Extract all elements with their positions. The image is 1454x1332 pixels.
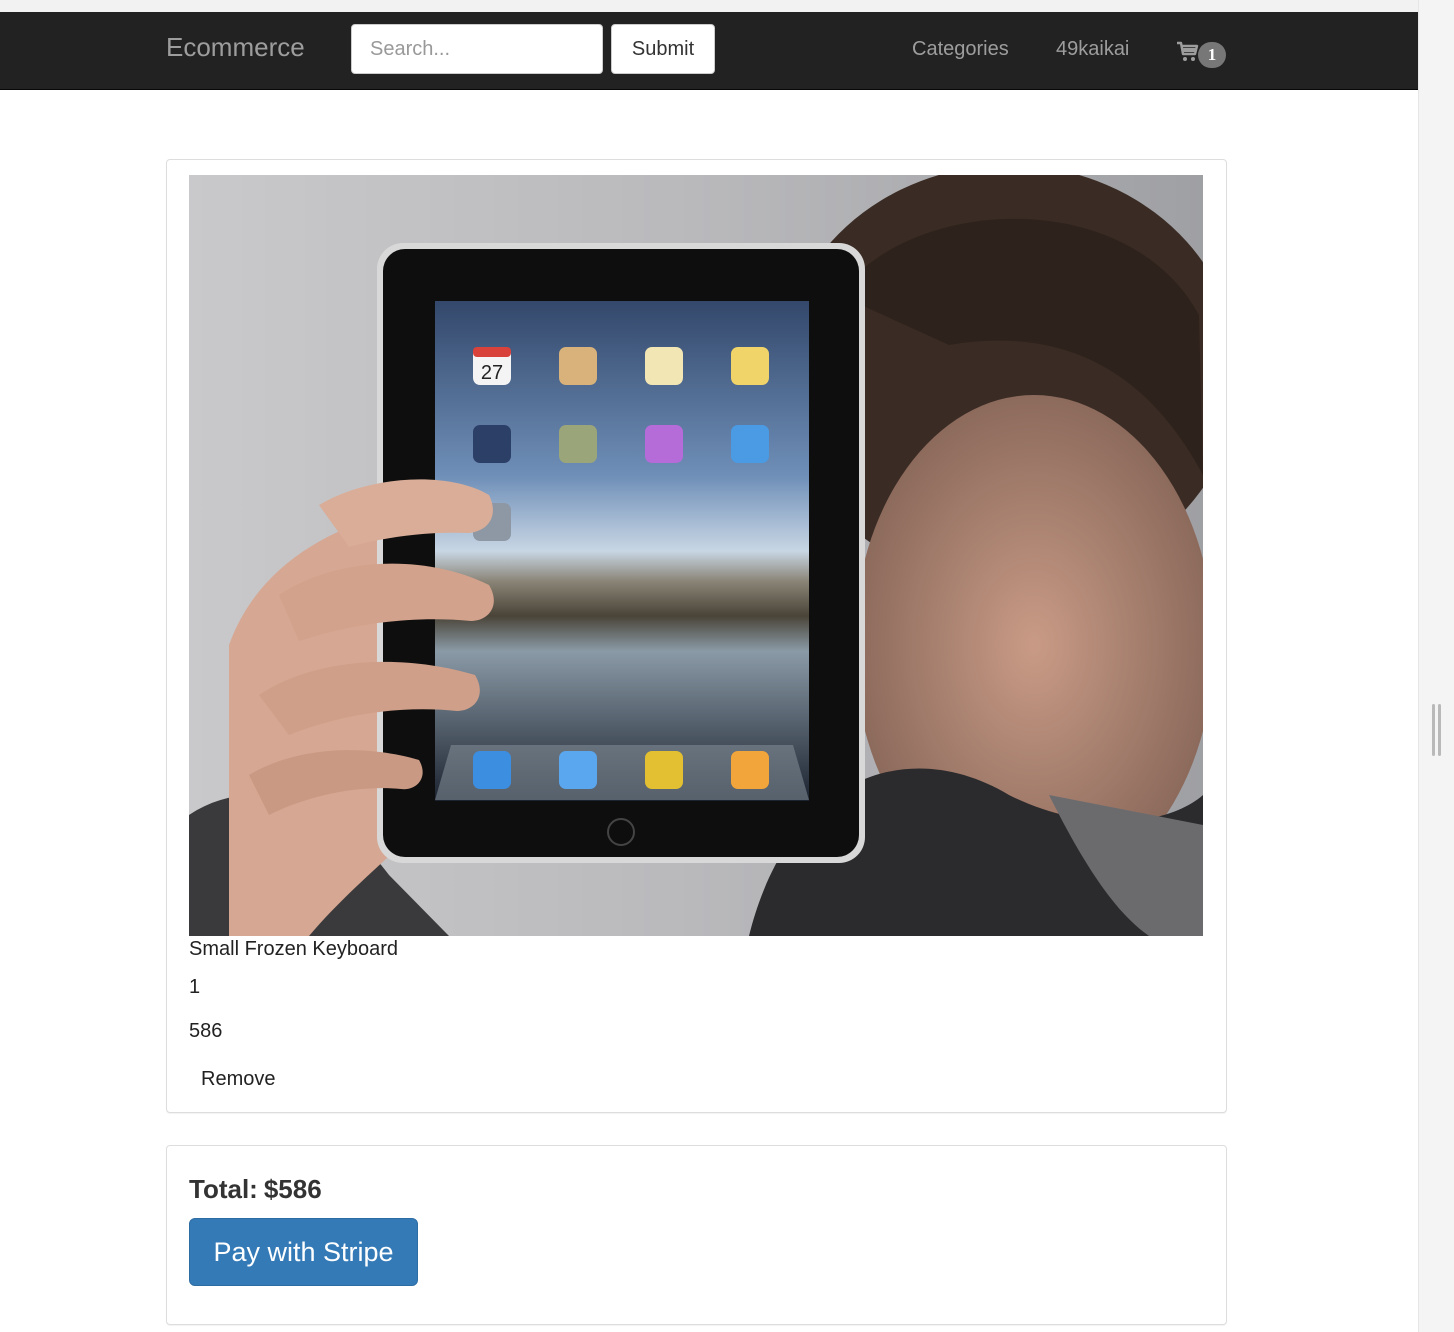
product-name: Small Frozen Keyboard: [189, 938, 398, 960]
search-input[interactable]: [351, 24, 603, 74]
navbar: Ecommerce Submit Categories 49kaikai 1: [0, 12, 1418, 90]
pay-with-stripe-button[interactable]: Pay with Stripe: [189, 1218, 418, 1286]
shopping-cart-icon: [1177, 41, 1199, 61]
cart-link[interactable]: 1: [1176, 38, 1228, 68]
remove-button[interactable]: Remove: [189, 1055, 287, 1103]
tablet-product-photo-icon: 27: [189, 175, 1203, 936]
svg-text:27: 27: [481, 362, 503, 384]
total-value: $586: [263, 1174, 322, 1204]
brand-logo-link[interactable]: Ecommerce: [166, 32, 305, 63]
submit-button[interactable]: Submit: [611, 24, 715, 74]
nav-user-link[interactable]: 49kaikai: [1056, 38, 1129, 61]
right-gutter: [1418, 0, 1454, 1332]
product-image: 27: [189, 175, 1203, 936]
page: Ecommerce Submit Categories 49kaikai 1: [0, 12, 1418, 1332]
browser-top-strip: [0, 0, 1454, 12]
product-price: 586: [189, 1020, 223, 1042]
cart-item-panel: 27 Small Frozen Keyboard 1 586 Remove: [166, 159, 1227, 1113]
order-total: Total: $586: [189, 1174, 322, 1205]
cart-count-badge: 1: [1198, 42, 1226, 68]
product-quantity: 1: [189, 976, 201, 998]
order-summary-panel: Total: $586 Pay with Stripe: [166, 1145, 1227, 1325]
total-label: Total:: [189, 1174, 258, 1204]
nav-categories-link[interactable]: Categories: [912, 38, 1009, 61]
resize-handle-icon[interactable]: [1432, 704, 1442, 756]
